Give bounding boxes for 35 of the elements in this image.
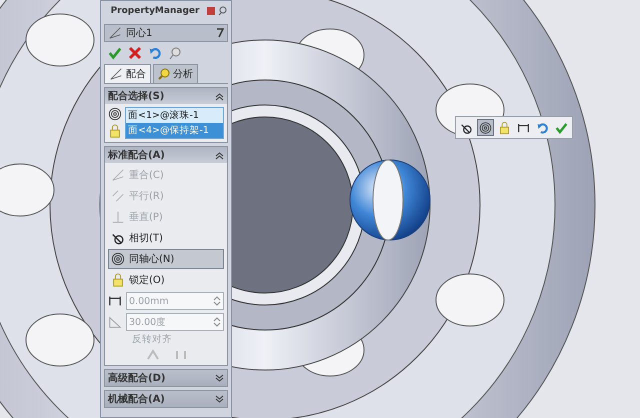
parallel-icon xyxy=(111,189,125,203)
mate-option[interactable]: 同轴心(N) xyxy=(108,249,224,269)
selection-item[interactable]: 面<1>@滚珠-1 xyxy=(126,108,223,123)
mate-option[interactable]: 相切(T) xyxy=(108,228,224,248)
ok-button[interactable] xyxy=(108,46,122,60)
magnifier-icon xyxy=(158,68,170,80)
checkmark-icon xyxy=(108,46,122,60)
advanced-mates-header[interactable]: 高级配合(D) xyxy=(104,369,228,387)
mechanical-mates-header[interactable]: 机械配合(A) xyxy=(104,390,228,408)
distance-icon xyxy=(108,294,122,308)
toolbar-button[interactable] xyxy=(477,119,494,136)
undo-icon xyxy=(148,46,162,60)
coincident-icon xyxy=(111,168,125,182)
concentric-circles-icon xyxy=(111,252,125,266)
angle-icon xyxy=(108,315,122,329)
tangent-icon xyxy=(111,231,125,245)
tab[interactable]: 配合 xyxy=(104,64,151,83)
mate-option[interactable]: 锁定(O) xyxy=(108,270,224,290)
concentric-circles-icon xyxy=(479,120,492,134)
mate-icon xyxy=(108,26,122,40)
undo-button[interactable] xyxy=(148,46,162,60)
checkmark-icon xyxy=(555,120,568,134)
group-header[interactable]: 配合选择(S) xyxy=(105,88,227,104)
cross-icon xyxy=(128,46,142,60)
group-header[interactable]: 标准配合(A) xyxy=(105,147,227,163)
undo-icon xyxy=(536,120,549,134)
lock-icon xyxy=(111,273,125,287)
zoom-icon[interactable] xyxy=(218,6,228,16)
feature-name: 同心1 xyxy=(126,26,154,40)
perpendicular-icon xyxy=(111,210,125,224)
flip-alignment-label: 反转对齐 xyxy=(131,333,173,346)
panel-title: PropertyManager xyxy=(110,6,200,16)
lock-icon xyxy=(498,120,511,134)
cancel-button[interactable] xyxy=(128,46,142,60)
tab[interactable]: 分析 xyxy=(153,64,198,83)
